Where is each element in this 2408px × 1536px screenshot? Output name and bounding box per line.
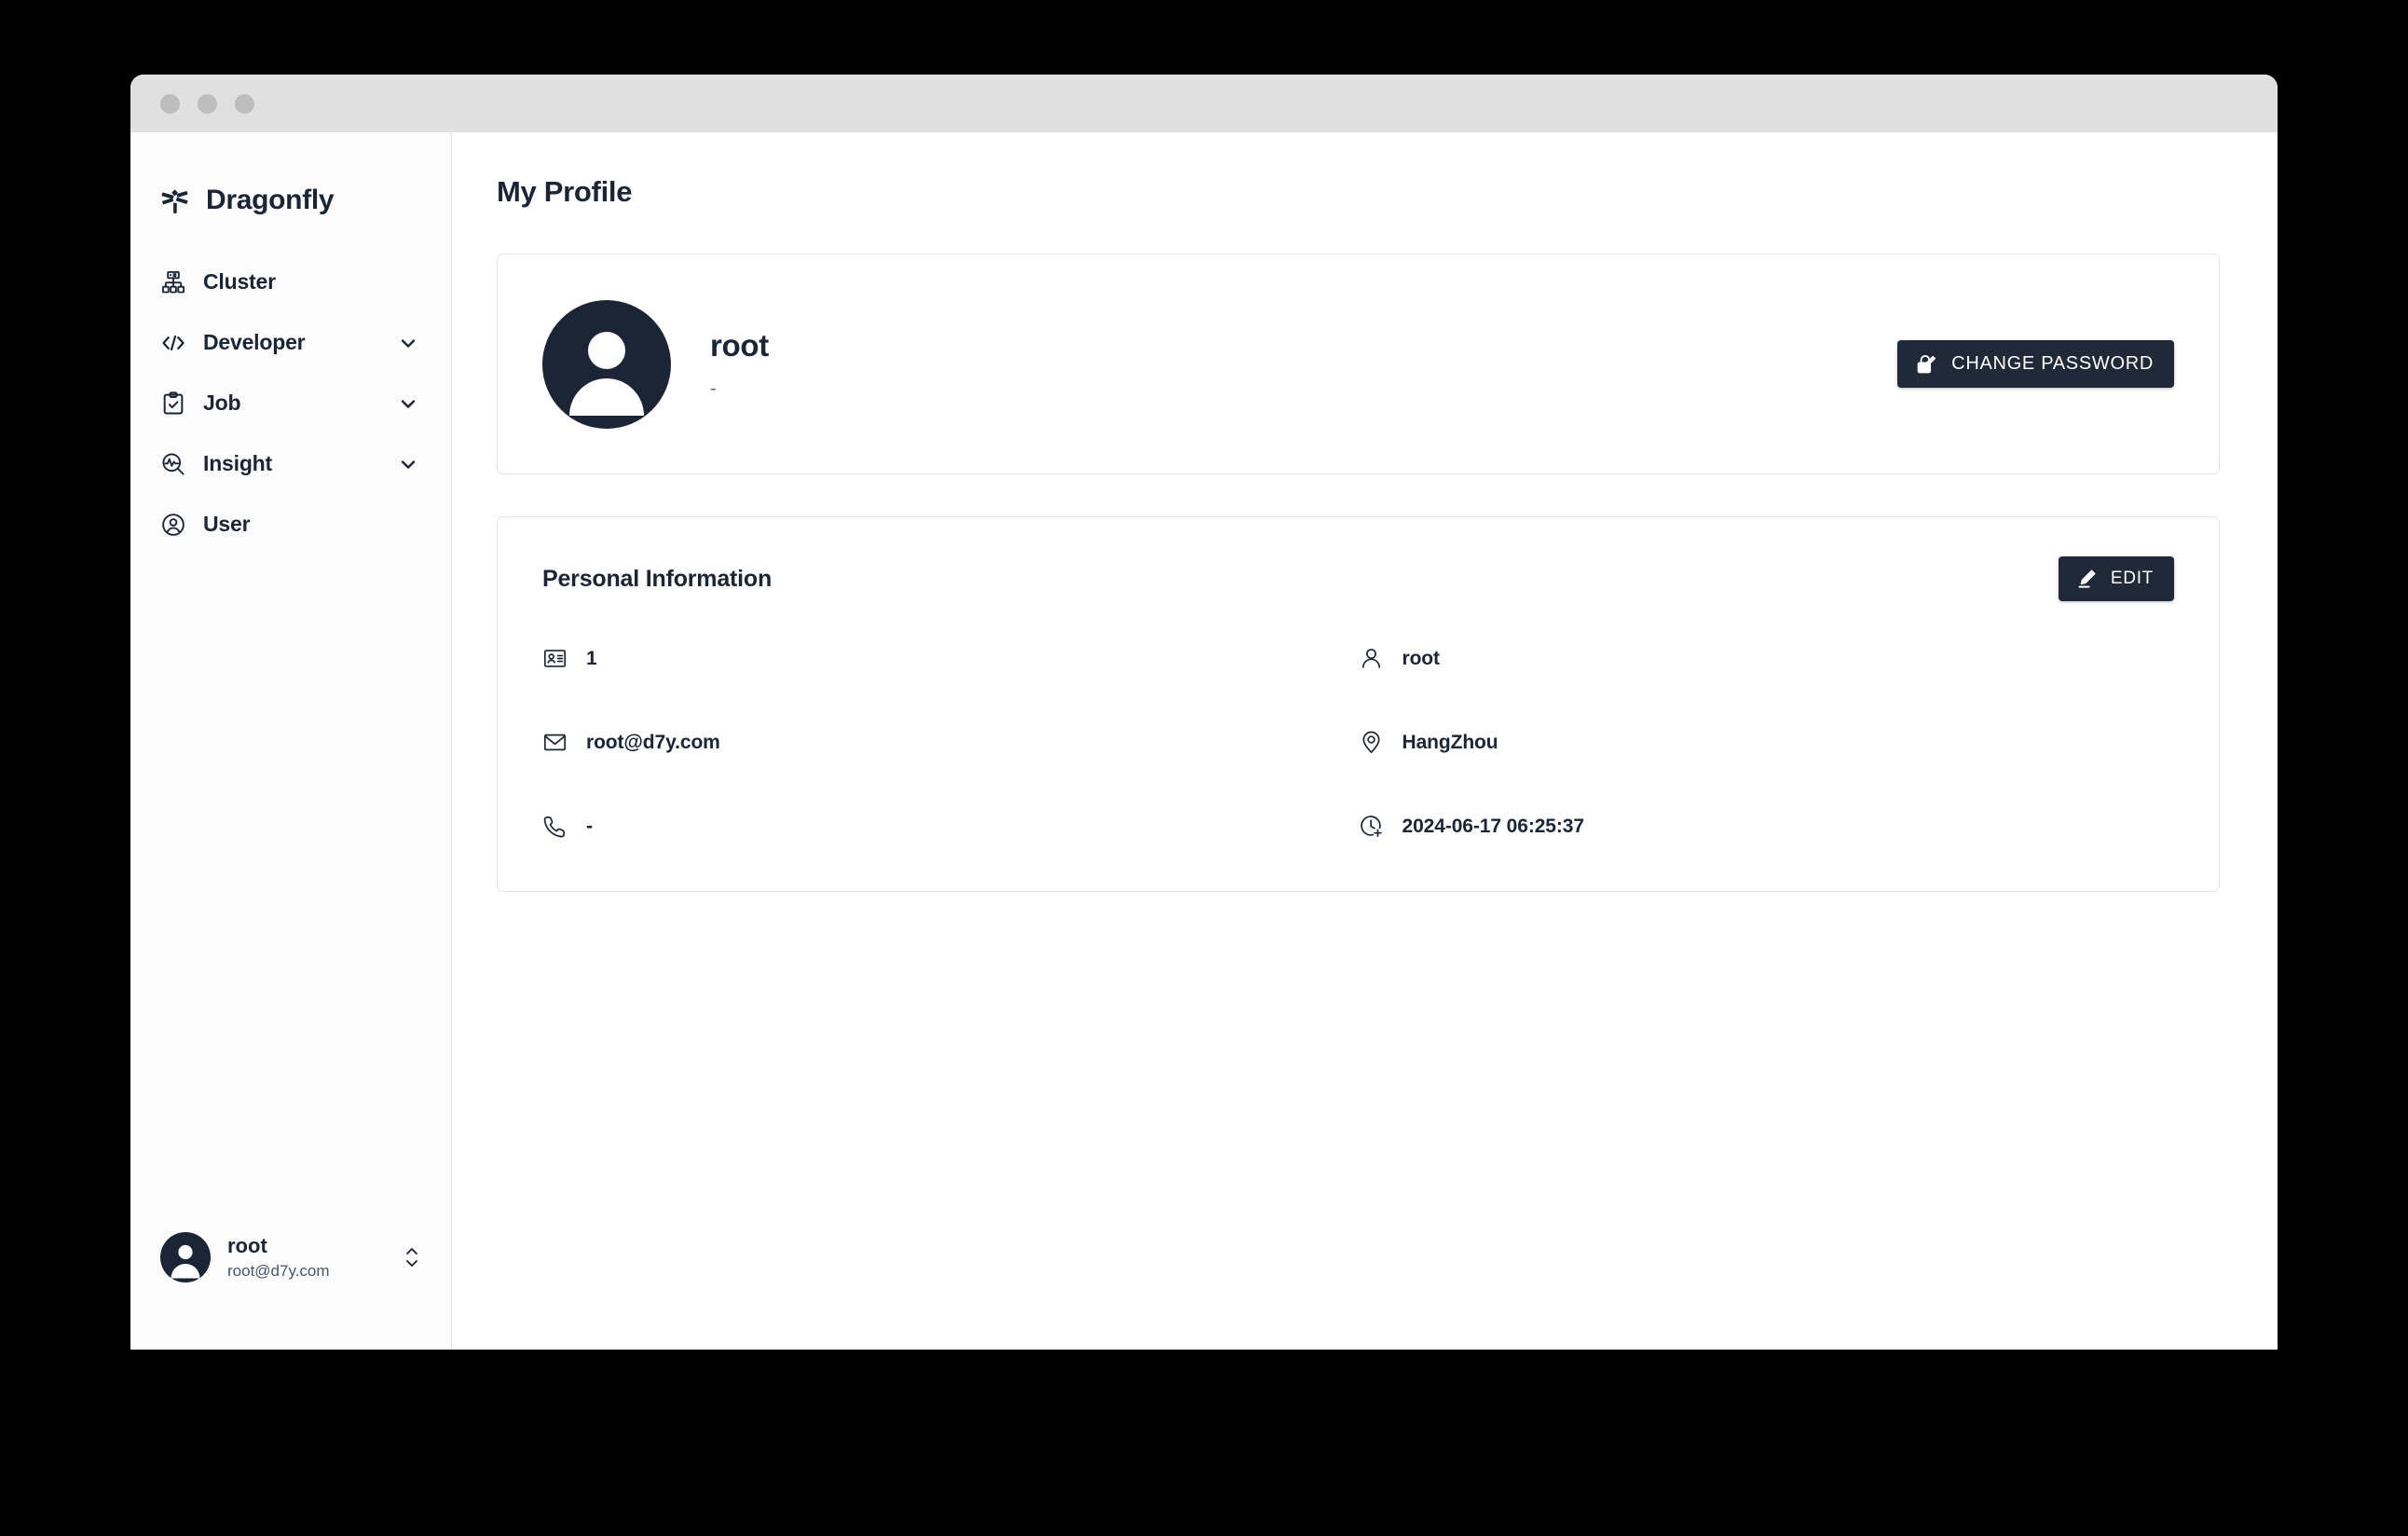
section-title: Personal Information: [542, 565, 773, 592]
brand-title: Dragonfly: [206, 185, 335, 215]
field-value: 1: [586, 647, 597, 669]
brand[interactable]: Dragonfly: [130, 132, 451, 216]
window-close-button[interactable]: [160, 93, 180, 114]
personal-information-fields: 1 root root@d7y.com HangZhou - 2024-06-1…: [542, 646, 2174, 839]
sidebar-nav: Cluster Developer Job Insight User: [130, 252, 451, 555]
insight-search-icon: [160, 451, 186, 477]
field-location: HangZhou: [1359, 730, 2175, 755]
chevron-down-icon[interactable]: [397, 453, 419, 475]
sidebar-user-switcher[interactable]: root root@d7y.com: [130, 1232, 451, 1350]
edit-button[interactable]: EDIT: [2058, 556, 2174, 601]
sidebar-item-user[interactable]: User: [130, 494, 451, 555]
field-value: 2024-06-17 06:25:37: [1402, 815, 1585, 837]
pencil-icon: [2075, 568, 2098, 590]
change-password-label: CHANGE PASSWORD: [1951, 353, 2154, 374]
main-content: My Profile root - CHANGE PASSWORD Person…: [452, 132, 2278, 1350]
window-titlebar: [130, 75, 2278, 132]
field-id: 1: [542, 646, 1359, 671]
dragonfly-logo-icon: [159, 185, 191, 216]
chevron-up-down-icon[interactable]: [401, 1241, 423, 1273]
window-maximize-button[interactable]: [235, 93, 254, 114]
location-pin-icon: [1359, 730, 1384, 755]
code-icon: [160, 330, 186, 356]
profile-card: root - CHANGE PASSWORD: [497, 254, 2220, 474]
sidebar-user-email: root@d7y.com: [227, 1262, 330, 1280]
avatar: [160, 1232, 211, 1282]
app-body: Dragonfly Cluster Developer Job Insight …: [130, 132, 2278, 1350]
sidebar-item-label: Insight: [203, 451, 272, 475]
field-value: HangZhou: [1402, 731, 1498, 753]
window-minimize-button[interactable]: [198, 93, 217, 114]
field-value: -: [586, 815, 593, 837]
avatar: [542, 299, 671, 429]
sidebar-item-label: Developer: [203, 330, 306, 354]
person-icon: [1359, 646, 1384, 671]
cluster-icon: [160, 269, 186, 295]
field-email: root@d7y.com: [542, 730, 1359, 755]
change-password-button[interactable]: CHANGE PASSWORD: [1897, 340, 2174, 388]
field-phone: -: [542, 814, 1359, 839]
sidebar-user-name: root: [227, 1234, 267, 1257]
sidebar-item-developer[interactable]: Developer: [130, 312, 451, 373]
clipboard-check-icon: [160, 391, 186, 417]
sidebar-item-insight[interactable]: Insight: [130, 433, 451, 494]
edit-label: EDIT: [2110, 569, 2154, 588]
field-created-at: 2024-06-17 06:25:37: [1359, 814, 2175, 839]
sidebar-item-cluster[interactable]: Cluster: [130, 252, 451, 312]
field-username: root: [1359, 646, 2175, 671]
sidebar-item-job[interactable]: Job: [130, 373, 451, 433]
profile-subtitle: -: [710, 378, 717, 399]
profile-name: root: [710, 328, 769, 363]
field-value: root: [1402, 647, 1441, 669]
sidebar-item-label: Job: [203, 391, 241, 415]
id-card-icon: [542, 646, 568, 671]
sidebar-item-label: Cluster: [203, 269, 276, 294]
phone-icon: [542, 814, 568, 839]
sidebar-item-label: User: [203, 512, 251, 536]
email-icon: [542, 730, 568, 755]
field-value: root@d7y.com: [586, 731, 720, 753]
personal-information-header: Personal Information EDIT: [542, 556, 2174, 601]
personal-information-card: Personal Information EDIT 1 root root@d7…: [497, 516, 2220, 892]
user-circle-icon: [160, 512, 186, 538]
clock-plus-icon: [1359, 814, 1384, 839]
sidebar: Dragonfly Cluster Developer Job Insight …: [130, 132, 452, 1350]
chevron-down-icon[interactable]: [397, 392, 419, 415]
page-title: My Profile: [497, 175, 633, 208]
chevron-down-icon[interactable]: [397, 332, 419, 354]
lock-edit-icon: [1914, 352, 1938, 377]
app-window: Dragonfly Cluster Developer Job Insight …: [130, 75, 2278, 1350]
